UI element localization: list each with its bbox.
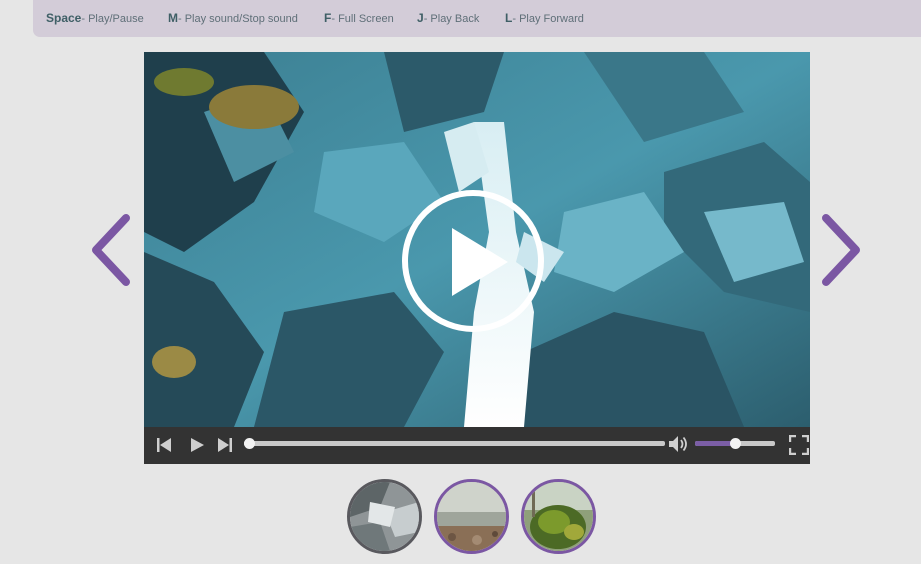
fullscreen-button[interactable] bbox=[788, 434, 810, 460]
next-video-button[interactable] bbox=[820, 214, 864, 286]
big-play-button[interactable] bbox=[400, 188, 546, 334]
thumbnail-image bbox=[524, 482, 593, 551]
shortcut-description: - Full Screen bbox=[331, 13, 394, 25]
shortcut-key: J bbox=[417, 11, 424, 25]
fullscreen-icon bbox=[788, 434, 810, 456]
progress-handle[interactable] bbox=[244, 438, 255, 449]
thumbnail-rocky-stream[interactable] bbox=[347, 479, 422, 554]
shortcut-key: Space bbox=[46, 11, 82, 25]
shortcut-space: Space - Play/Pause bbox=[46, 11, 144, 25]
previous-video-button[interactable] bbox=[88, 214, 132, 286]
skip-back-button[interactable] bbox=[155, 436, 173, 459]
shortcut-j: J- Play Back bbox=[417, 11, 479, 25]
video-frame[interactable] bbox=[144, 52, 810, 427]
volume-fill bbox=[695, 441, 735, 446]
volume-handle[interactable] bbox=[730, 438, 741, 449]
shortcut-description: - Play sound/Stop sound bbox=[178, 13, 298, 25]
thumbnail-image bbox=[350, 482, 419, 551]
play-button[interactable] bbox=[188, 436, 206, 459]
shortcut-description: - Play/Pause bbox=[81, 13, 144, 25]
skip-back-icon bbox=[157, 438, 171, 452]
volume-slider[interactable] bbox=[695, 438, 775, 449]
shortcut-l: L- Play Forward bbox=[505, 11, 584, 25]
play-icon bbox=[191, 438, 204, 452]
thumbnail-mossy-forest[interactable] bbox=[521, 479, 596, 554]
chevron-left-icon bbox=[92, 214, 130, 286]
shortcut-key: F bbox=[324, 11, 332, 25]
shortcut-m: M- Play sound/Stop sound bbox=[168, 11, 298, 25]
shortcut-description: - Play Forward bbox=[512, 13, 584, 25]
shortcut-description: - Play Back bbox=[423, 13, 480, 25]
volume-icon bbox=[669, 436, 687, 452]
skip-forward-icon bbox=[218, 438, 232, 452]
keyboard-shortcuts-bar: Space - Play/Pause M- Play sound/Stop sou… bbox=[33, 0, 921, 37]
shortcut-key: M bbox=[168, 11, 178, 25]
player-controls bbox=[144, 427, 810, 464]
video-player bbox=[144, 52, 810, 464]
mute-button[interactable] bbox=[668, 434, 690, 459]
progress-slider[interactable] bbox=[244, 438, 665, 449]
chevron-right-icon bbox=[822, 214, 860, 286]
shortcut-key: L bbox=[505, 11, 513, 25]
shortcut-f: F- Full Screen bbox=[324, 11, 394, 25]
play-circle-icon bbox=[402, 190, 544, 332]
thumbnail-image bbox=[437, 482, 506, 551]
skip-forward-button[interactable] bbox=[216, 436, 234, 459]
thumbnail-pebble-shore[interactable] bbox=[434, 479, 509, 554]
